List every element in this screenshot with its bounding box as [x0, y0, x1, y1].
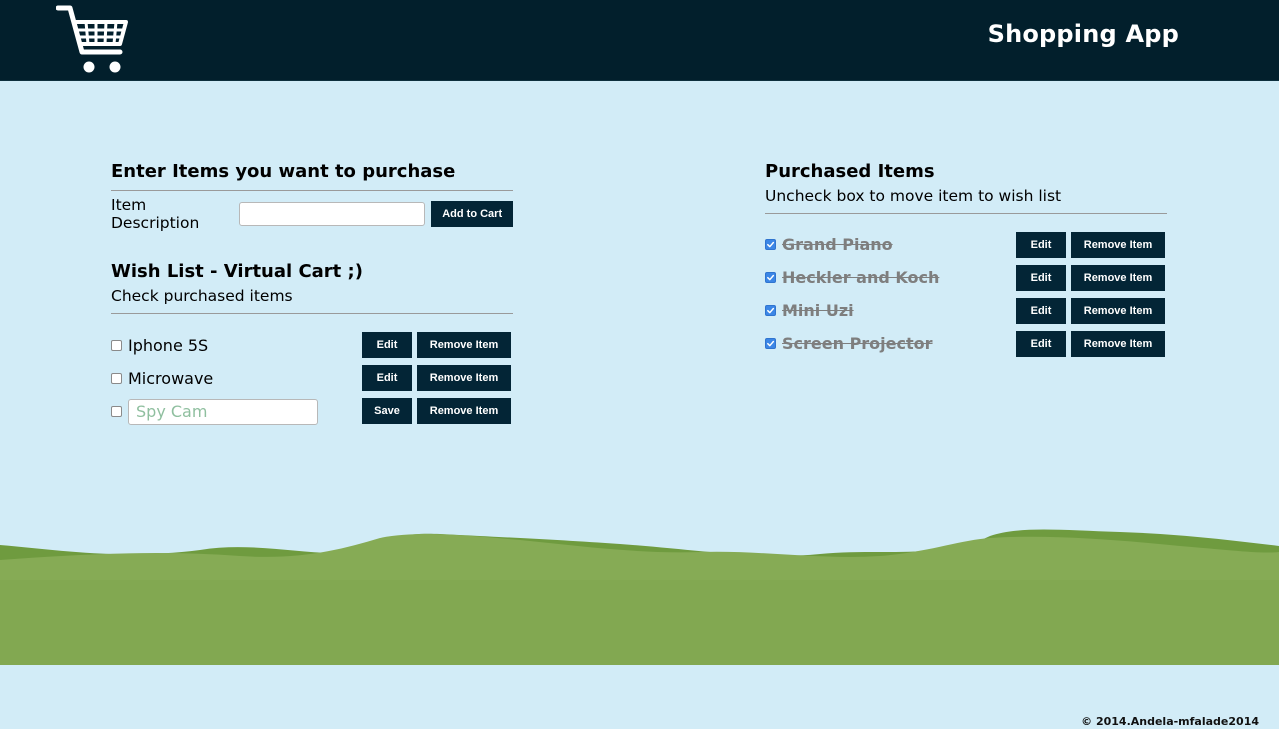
top-navbar: Shopping App	[0, 0, 1279, 81]
purchased-list: Grand Piano Edit Remove Item Heckler and…	[765, 228, 1167, 360]
item-edit-input[interactable]: Spy Cam	[128, 398, 318, 425]
entry-heading: Enter Items you want to purchase	[111, 161, 456, 182]
list-item: Microwave Edit Remove Item	[111, 362, 513, 395]
divider	[111, 190, 513, 191]
purchased-checkbox[interactable]	[765, 239, 776, 250]
checkmark-icon	[767, 307, 775, 314]
purchased-checkbox[interactable]	[765, 272, 776, 283]
list-item: Heckler and Koch Edit Remove Item	[765, 261, 1167, 294]
item-description-input[interactable]	[238, 202, 426, 226]
purchase-checkbox[interactable]	[111, 406, 122, 417]
list-item-editing: Spy Cam Save Remove Item	[111, 395, 513, 428]
purchased-heading: Purchased Items	[765, 161, 935, 182]
wish-list-subheading: Check purchased items	[111, 287, 293, 305]
purchase-checkbox[interactable]	[111, 373, 122, 384]
item-label: Microwave	[128, 369, 214, 388]
list-item: Screen Projector Edit Remove Item	[765, 327, 1167, 360]
list-item: Iphone 5S Edit Remove Item	[111, 329, 513, 362]
grass-hills-decoration	[0, 529, 1279, 665]
app-title: Shopping App	[987, 20, 1179, 48]
checkmark-icon	[767, 274, 775, 281]
checkmark-icon	[767, 241, 775, 248]
list-item: Grand Piano Edit Remove Item	[765, 228, 1167, 261]
purchased-checkbox[interactable]	[765, 305, 776, 316]
edit-button[interactable]: Edit	[1016, 298, 1066, 324]
item-description-label: Item Description	[111, 196, 200, 232]
left-panel: Enter Items you want to purchase Item De…	[111, 160, 513, 428]
item-label: Heckler and Koch	[782, 268, 940, 287]
purchase-checkbox[interactable]	[111, 340, 122, 351]
remove-item-button[interactable]: Remove Item	[417, 398, 511, 424]
remove-item-button[interactable]: Remove Item	[1071, 232, 1165, 258]
edit-button[interactable]: Edit	[362, 332, 412, 358]
wish-list-section: Wish List - Virtual Cart ;) Check purcha…	[111, 260, 513, 428]
item-entry-form: Item Description Add to Cart	[111, 196, 513, 232]
purchased-subheading: Uncheck box to move item to wish list	[765, 187, 1062, 205]
wish-list-heading: Wish List - Virtual Cart ;)	[111, 261, 363, 282]
remove-item-button[interactable]: Remove Item	[1071, 298, 1165, 324]
checkmark-icon	[767, 340, 775, 347]
item-label: Screen Projector	[782, 334, 933, 353]
remove-item-button[interactable]: Remove Item	[1071, 265, 1165, 291]
item-label: Mini Uzi	[782, 301, 854, 320]
copyright-footer: © 2014.Andela-mfalade2014	[1081, 715, 1259, 728]
edit-button[interactable]: Edit	[362, 365, 412, 391]
save-button[interactable]: Save	[362, 398, 412, 424]
divider	[765, 213, 1167, 214]
divider	[111, 313, 513, 314]
purchased-panel: Purchased Items Uncheck box to move item…	[765, 160, 1167, 360]
shopping-cart-icon[interactable]	[55, 4, 132, 78]
item-label: Iphone 5S	[128, 336, 209, 355]
edit-button[interactable]: Edit	[1016, 331, 1066, 357]
list-item: Mini Uzi Edit Remove Item	[765, 294, 1167, 327]
add-to-cart-button[interactable]: Add to Cart	[431, 201, 513, 227]
remove-item-button[interactable]: Remove Item	[1071, 331, 1165, 357]
item-label: Grand Piano	[782, 235, 893, 254]
remove-item-button[interactable]: Remove Item	[417, 332, 511, 358]
wish-list: Iphone 5S Edit Remove Item Microwave Edi…	[111, 329, 513, 428]
edit-button[interactable]: Edit	[1016, 232, 1066, 258]
purchased-checkbox[interactable]	[765, 338, 776, 349]
edit-button[interactable]: Edit	[1016, 265, 1066, 291]
remove-item-button[interactable]: Remove Item	[417, 365, 511, 391]
